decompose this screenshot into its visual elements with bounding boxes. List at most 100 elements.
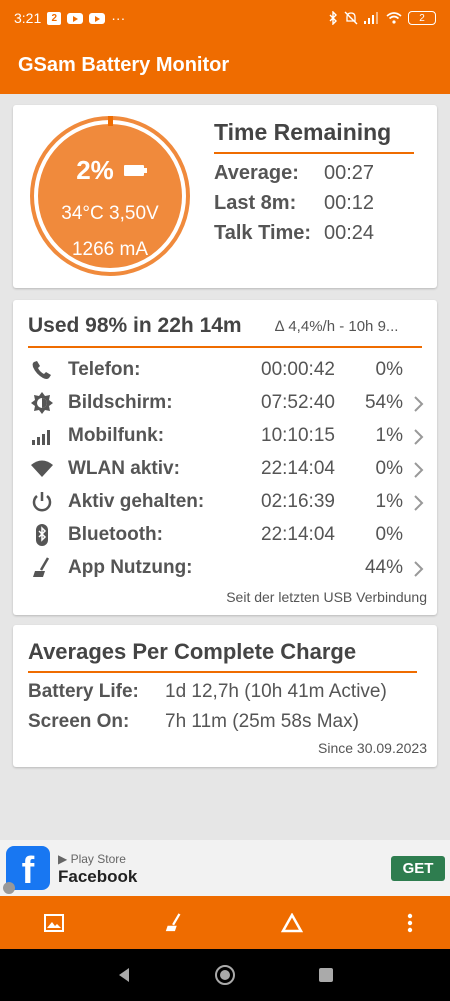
usage-percent: 54% — [364, 392, 403, 413]
chevron-right-icon[interactable] — [411, 395, 425, 413]
usage-label: App Nutzung: — [68, 557, 193, 578]
usage-card[interactable]: Used 98% in 22h 14m ∆ 4,4%/h - 10h 9... … — [13, 300, 437, 615]
mute-icon — [344, 11, 358, 25]
home-button[interactable] — [211, 961, 239, 989]
battery-status-icon: 2 — [408, 11, 436, 25]
status-time: 3:21 — [14, 10, 42, 26]
battery-percent: 2% — [76, 155, 114, 185]
avg-value: 7h 11m (25m 58s Max) — [165, 711, 359, 732]
more-menu-button[interactable] — [393, 906, 427, 940]
usage-time: 07:52:40 — [261, 392, 335, 413]
avg-value: 1d 12,7h (10h 41m Active) — [165, 681, 387, 702]
broom-icon — [165, 913, 181, 932]
current-draw: 1266 mA — [71, 239, 149, 260]
app-title: GSam Battery Monitor — [18, 53, 230, 76]
delta-button[interactable] — [275, 906, 309, 940]
ad-info-icon[interactable] — [3, 882, 15, 894]
usage-percent: 1% — [375, 491, 403, 512]
tr-row-last8m: Last 8m: 00:12 — [214, 192, 374, 215]
avg-row-battery-life: Battery Life: 1d 12,7h (10h 41m Active) — [28, 681, 387, 703]
status-bar: 3:21 2 ··· 2 — [0, 0, 450, 36]
avg-label: Battery Life: — [28, 681, 139, 702]
title-divider — [28, 671, 417, 673]
battery-icon — [123, 165, 147, 176]
back-button[interactable] — [110, 961, 138, 989]
usage-label: Bluetooth: — [68, 524, 163, 545]
broom-icon — [33, 557, 50, 577]
ad-banner[interactable]: f ▶ Play Store Facebook GET — [0, 840, 450, 896]
tr-value: 00:24 — [324, 222, 375, 244]
usage-label: Aktiv gehalten: — [68, 491, 205, 512]
ad-store: ▶ Play Store — [58, 852, 126, 866]
image-button[interactable] — [37, 906, 71, 940]
cleanup-button[interactable] — [157, 906, 191, 940]
recents-icon — [319, 968, 333, 982]
back-icon — [119, 968, 129, 982]
usage-percent: 0% — [375, 458, 403, 479]
bluetooth-status-icon — [329, 11, 337, 25]
title-divider — [214, 152, 414, 154]
usage-percent: 0% — [375, 359, 403, 380]
tr-label: Last 8m: — [214, 192, 297, 214]
avg-label: Screen On: — [28, 711, 130, 732]
phone-icon — [32, 361, 51, 379]
ad-store-label: Play Store — [70, 852, 126, 866]
averages-footer: Since 30.09.2023 — [318, 740, 427, 756]
chevron-right-icon[interactable] — [411, 428, 425, 446]
time-remaining-title: Time Remaining — [214, 119, 392, 145]
power-icon — [32, 492, 52, 512]
tr-value: 00:27 — [324, 162, 375, 184]
usage-row-mobilfunk[interactable]: Mobilfunk: 10:10:15 1% — [28, 422, 433, 452]
brightness-icon — [31, 392, 53, 414]
ad-app-name[interactable]: Facebook — [58, 867, 137, 887]
tr-label: Average: — [214, 162, 299, 184]
title-divider — [28, 346, 422, 348]
system-nav-bar — [0, 949, 450, 1001]
youtube-notification-icon — [67, 12, 84, 24]
temp-voltage: 34°C 3,50V — [61, 203, 159, 224]
delta-icon — [281, 913, 303, 933]
youtube-notification-icon-2 — [89, 12, 106, 24]
usage-row-app-nutzung[interactable]: App Nutzung: 44% — [28, 554, 433, 584]
usage-footer: Seit der letzten USB Verbindung — [226, 589, 427, 605]
tr-row-talktime: Talk Time: 00:24 — [214, 222, 374, 245]
usage-percent: 44% — [364, 557, 403, 578]
wifi-icon — [31, 460, 53, 477]
tr-label: Talk Time: — [214, 222, 312, 244]
tr-value: 00:12 — [324, 192, 375, 214]
chevron-right-icon[interactable] — [411, 560, 425, 578]
usage-label: Telefon: — [68, 359, 141, 380]
bluetooth-icon — [36, 524, 48, 546]
usage-time: 22:14:04 — [261, 458, 335, 479]
usage-time: 10:10:15 — [261, 425, 335, 446]
usage-row-telefon[interactable]: Telefon: 00:00:42 0% — [28, 356, 433, 386]
signal-icon — [32, 430, 50, 445]
battery-summary-card[interactable]: 2% 34°C 3,50V 1266 mA Time Remaining Ave… — [13, 105, 437, 288]
usage-row-wlan[interactable]: WLAN aktiv: 22:14:04 0% — [28, 455, 433, 485]
usage-rate: ∆ 4,4%/h - 10h 9... — [275, 318, 399, 335]
get-button[interactable]: GET — [391, 856, 445, 881]
averages-title: Averages Per Complete Charge — [28, 639, 357, 664]
app-bar: GSam Battery Monitor — [0, 36, 450, 94]
usage-title: Used 98% in 22h 14m — [28, 314, 242, 337]
usage-percent: 0% — [375, 524, 403, 545]
more-vert-icon — [407, 913, 413, 933]
usage-label: WLAN aktiv: — [68, 458, 180, 479]
home-icon — [215, 965, 235, 985]
chevron-right-icon[interactable] — [411, 494, 425, 512]
usage-time: 00:00:42 — [261, 359, 335, 380]
wifi-status-icon — [386, 12, 402, 24]
avg-row-screen-on: Screen On: 7h 11m (25m 58s Max) — [28, 711, 359, 733]
usage-row-bildschirm[interactable]: Bildschirm: 07:52:40 54% — [28, 389, 433, 419]
more-notifications: ··· — [111, 10, 126, 26]
usage-time: 02:16:39 — [261, 491, 335, 512]
notification-badge: 2 — [47, 11, 62, 25]
chevron-right-icon[interactable] — [411, 461, 425, 479]
averages-card[interactable]: Averages Per Complete Charge Battery Lif… — [13, 625, 437, 767]
image-icon — [44, 914, 64, 932]
usage-row-aktiv-gehalten[interactable]: Aktiv gehalten: 02:16:39 1% — [28, 488, 433, 518]
usage-row-bluetooth[interactable]: Bluetooth: 22:14:04 0% — [28, 521, 433, 551]
usage-label: Mobilfunk: — [68, 425, 165, 446]
signal-status-icon — [364, 12, 378, 24]
recents-button[interactable] — [312, 961, 340, 989]
